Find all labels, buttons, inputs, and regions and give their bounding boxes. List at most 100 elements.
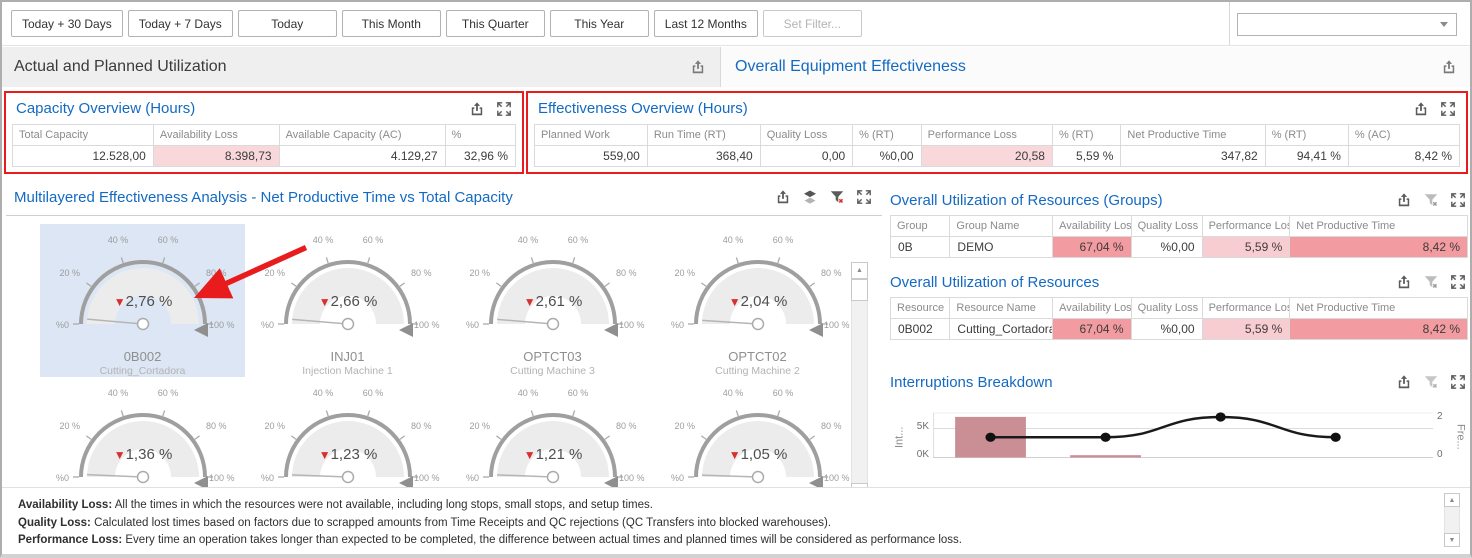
column-header[interactable]: Group [891,216,950,237]
groups-data-row[interactable]: 0B DEMO 67,04 % %0,00 5,59 % 8,42 % [891,237,1468,258]
filter-today-plus-30-button[interactable]: Today + 30 Days [11,10,123,37]
column-header[interactable]: Run Time (RT) [647,125,760,146]
gauge-1,05 %[interactable]: %020 %40 %60 %80 %100 %▼1,05 % [655,377,860,487]
expand-icon[interactable] [496,101,512,117]
column-header[interactable]: % (RT) [1052,125,1120,146]
filter-today-plus-7-button[interactable]: Today + 7 Days [128,10,233,37]
svg-text:60 %: 60 % [157,388,178,398]
svg-text:60 %: 60 % [567,235,588,245]
filter-this-quarter-button[interactable]: This Quarter [446,10,545,37]
gauge-INJ01[interactable]: %020 %40 %60 %80 %100 %▼2,66 %INJ01Injec… [245,224,450,377]
export-icon[interactable] [775,189,791,205]
export-icon[interactable] [1413,101,1429,117]
cell-available-capacity: 4.129,27 [279,146,445,167]
gauge-1,23 %[interactable]: %020 %40 %60 %80 %100 %▼1,23 % [245,377,450,487]
column-header[interactable]: Net Productive Time [1290,216,1468,237]
svg-text:%0: %0 [670,320,683,330]
column-header[interactable]: Quality Loss [1131,298,1202,319]
gauge-chart: %020 %40 %60 %80 %100 %▼1,21 % [453,377,653,487]
filter-this-year-button[interactable]: This Year [550,10,649,37]
column-header[interactable]: Performance Loss [1202,216,1290,237]
definition-text: All the times in which the resources wer… [115,499,653,511]
column-header[interactable]: Performance Loss [1202,298,1290,319]
svg-text:%0: %0 [55,473,68,483]
cell-planned-work: 559,00 [535,146,648,167]
gauges-scrollbar[interactable]: ▲ ▼ [851,262,868,487]
gauge-1,36 %[interactable]: %020 %40 %60 %80 %100 %▼1,36 % [40,377,245,487]
export-icon[interactable] [469,101,485,117]
groups-table: Group Group Name Availability Loss Quali… [890,215,1468,258]
column-header[interactable]: % (RT) [1265,125,1348,146]
clear-filter-icon[interactable] [1423,374,1439,390]
cell-npt-pct-ac: 8,42 % [1348,146,1459,167]
gauge-chart: %020 %40 %60 %80 %100 %▼1,23 % [248,377,448,487]
column-header[interactable]: Performance Loss [921,125,1052,146]
svg-text:20 %: 20 % [674,421,695,431]
cell-total-capacity: 12.528,00 [13,146,154,167]
column-header[interactable]: Net Productive Time [1121,125,1265,146]
gauge-OPTCT02[interactable]: %020 %40 %60 %80 %100 %▼2,04 %OPTCT02Cut… [655,224,860,377]
gauge-OPTCT03[interactable]: %020 %40 %60 %80 %100 %▼2,61 %OPTCT03Cut… [450,224,655,377]
toolbar-dropdown[interactable] [1237,13,1457,36]
svg-text:100 %: 100 % [414,473,440,483]
expand-icon[interactable] [1450,274,1466,290]
column-header[interactable]: Net Productive Time [1290,298,1468,319]
resources-data-row[interactable]: 0B002 Cutting_Cortadora 67,04 % %0,00 5,… [891,319,1468,340]
column-header[interactable]: Available Capacity (AC) [279,125,445,146]
layers-icon[interactable] [802,189,818,205]
definitions-scrollbar[interactable]: ▲ ▼ [1444,493,1460,547]
svg-text:60 %: 60 % [772,388,793,398]
capacity-data-row[interactable]: 12.528,00 8.398,73 4.129,27 32,96 % [13,146,516,167]
definition-availability-loss: Availability Loss: All the times in whic… [18,497,1430,515]
export-icon[interactable] [1441,59,1457,75]
export-icon[interactable] [690,59,706,75]
filter-today-button[interactable]: Today [238,10,337,37]
filter-last-12-months-button[interactable]: Last 12 Months [654,10,758,37]
column-header[interactable]: Group Name [950,216,1053,237]
column-header[interactable]: % [445,125,515,146]
expand-icon[interactable] [1450,374,1466,390]
set-filter-button[interactable]: Set Filter... [763,10,862,37]
cell-resource-name: Cutting_Cortadora [950,319,1053,340]
column-header[interactable]: Planned Work [535,125,648,146]
scroll-down-icon[interactable]: ▼ [1444,533,1460,547]
capacity-header-row: Total Capacity Availability Loss Availab… [13,125,516,146]
gauge-1,21 %[interactable]: %020 %40 %60 %80 %100 %▼1,21 % [450,377,655,487]
groups-table-header: Overall Utilization of Resources (Groups… [890,185,1468,215]
resources-table-title: Overall Utilization of Resources [890,274,1099,291]
column-header[interactable]: Availability Loss [1053,216,1131,237]
expand-icon[interactable] [1450,192,1466,208]
svg-text:40 %: 40 % [722,235,743,245]
clear-filter-icon[interactable] [829,189,845,205]
column-header[interactable]: % (AC) [1348,125,1459,146]
column-header[interactable]: Resource [891,298,950,319]
column-header[interactable]: Total Capacity [13,125,154,146]
export-icon[interactable] [1396,374,1412,390]
export-icon[interactable] [1396,192,1412,208]
expand-icon[interactable] [1440,101,1456,117]
column-header[interactable]: Resource Name [950,298,1053,319]
column-header[interactable]: Quality Loss [760,125,852,146]
chart-plot-area[interactable] [933,411,1433,463]
export-icon[interactable] [1396,274,1412,290]
clear-filter-icon[interactable] [1423,274,1439,290]
column-header[interactable]: Quality Loss [1131,216,1202,237]
column-header[interactable]: Availability Loss [1053,298,1131,319]
right-column: Overall Utilization of Resources (Groups… [890,179,1468,487]
scrollbar-thumb[interactable] [851,279,868,301]
svg-text:80 %: 80 % [206,268,227,278]
gauge-0B002[interactable]: %020 %40 %60 %80 %100 %▼2,76 %0B002Cutti… [40,224,245,377]
chevron-down-icon [1440,22,1448,27]
cell-group-name: DEMO [950,237,1053,258]
clear-filter-icon[interactable] [1423,192,1439,208]
scroll-up-icon[interactable]: ▲ [1444,493,1460,507]
groups-header-row: Group Group Name Availability Loss Quali… [891,216,1468,237]
cell-performance-loss: 5,59 % [1202,319,1290,340]
effectiveness-overview-title: Effectiveness Overview (Hours) [538,100,748,117]
effectiveness-data-row[interactable]: 559,00 368,40 0,00 %0,00 20,58 5,59 % 34… [535,146,1460,167]
column-header[interactable]: Availability Loss [153,125,279,146]
scroll-up-icon[interactable]: ▲ [851,262,868,279]
column-header[interactable]: % (RT) [853,125,921,146]
expand-icon[interactable] [856,189,872,205]
filter-this-month-button[interactable]: This Month [342,10,441,37]
